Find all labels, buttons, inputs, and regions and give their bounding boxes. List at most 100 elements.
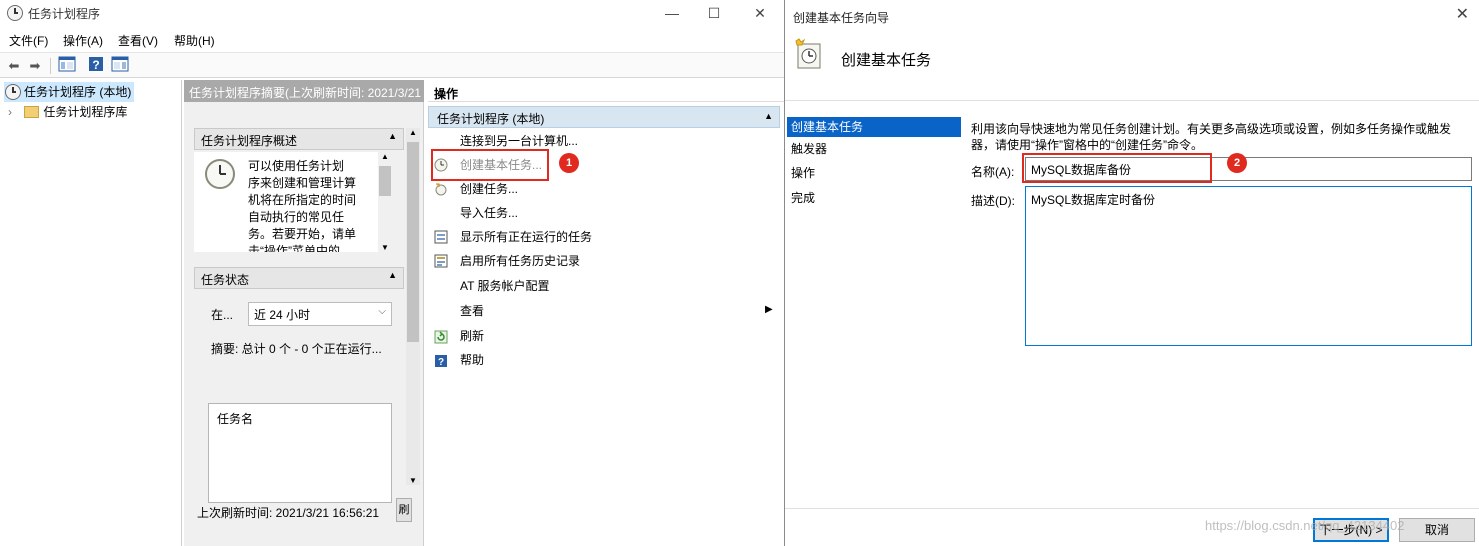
- wizard-step-trigger[interactable]: 触发器: [787, 139, 961, 159]
- overview-line: 务。若要开始，请单: [248, 227, 357, 241]
- collapse-icon[interactable]: ▲: [388, 131, 397, 141]
- chevron-down-icon: ⌵: [378, 306, 386, 317]
- actions-pane: 操作 任务计划程序 (本地) ▲ 连接到另一台计算机... 创建基本任务... …: [428, 80, 784, 546]
- show-hide-action-pane-icon[interactable]: [110, 56, 130, 75]
- actions-header: 操作: [428, 82, 784, 102]
- tree-item-local[interactable]: 任务计划程序 (本地): [4, 82, 134, 102]
- last-refresh-text: 上次刷新时间: 2021/3/21 16:56:21: [197, 506, 380, 520]
- status-section-header[interactable]: 任务状态 ▲: [194, 267, 404, 289]
- scroll-thumb[interactable]: [407, 142, 419, 342]
- overview-scrollbar[interactable]: ▲ ▼: [378, 152, 392, 252]
- task-list-header: 任务名: [217, 412, 254, 426]
- action-refresh[interactable]: 刷新: [460, 325, 484, 347]
- close-button[interactable]: ✕: [740, 2, 780, 24]
- menu-help[interactable]: 帮助(H): [174, 32, 215, 49]
- status-summary: 摘要: 总计 0 个 - 0 个正在运行...: [211, 342, 382, 356]
- action-create-task[interactable]: 创建任务...: [460, 178, 518, 200]
- task-description-input[interactable]: MySQL数据库定时备份: [1025, 186, 1472, 346]
- status-filter-label: 在...: [211, 308, 234, 322]
- history-icon: [434, 254, 448, 268]
- cancel-button[interactable]: 取消: [1399, 518, 1475, 542]
- watermark-text: https://blog.csdn.net/qq_42134402: [1205, 518, 1405, 533]
- wizard-task-icon: [795, 38, 821, 69]
- navigation-tree: 任务计划程序 (本地) › 任务计划程序库: [0, 80, 182, 546]
- folder-icon: [24, 106, 39, 118]
- description-label: 描述(D):: [971, 194, 1015, 208]
- scroll-thumb[interactable]: [379, 166, 391, 196]
- toolbar: ⬅ ➡ ?: [0, 52, 784, 78]
- maximize-button[interactable]: ☐: [694, 2, 734, 24]
- scroll-up-icon[interactable]: ▲: [406, 128, 420, 137]
- menu-file[interactable]: 文件(F): [9, 32, 48, 49]
- toolbar-divider: [50, 58, 51, 74]
- status-section-title: 任务状态: [201, 273, 250, 287]
- status-range-select[interactable]: 近 24 小时 ⌵: [248, 302, 392, 326]
- wizard-step-action[interactable]: 操作: [787, 163, 961, 183]
- action-view[interactable]: 查看: [460, 300, 484, 322]
- scroll-up-icon[interactable]: ▲: [378, 152, 392, 161]
- show-hide-tree-icon[interactable]: [57, 56, 77, 75]
- status-range-value: 近 24 小时: [254, 308, 311, 322]
- overview-section-header[interactable]: 任务计划程序概述 ▲: [194, 128, 404, 150]
- submenu-arrow-icon: ▶: [765, 304, 773, 315]
- action-at-service-config[interactable]: AT 服务帐户配置: [460, 275, 550, 297]
- task-scheduler-window: 任务计划程序 — ☐ ✕ 文件(F) 操作(A) 查看(V) 帮助(H) ⬅ ➡…: [0, 0, 784, 546]
- collapse-icon[interactable]: ▲: [764, 111, 773, 121]
- wizard-step-create[interactable]: 创建基本任务: [787, 117, 961, 137]
- title-bar: 任务计划程序 — ☐ ✕: [0, 0, 784, 26]
- task-list[interactable]: 任务名: [208, 403, 392, 503]
- window-title: 任务计划程序: [28, 7, 101, 21]
- tree-item-library[interactable]: › 任务计划程序库: [4, 102, 144, 122]
- menu-action[interactable]: 操作(A): [63, 32, 103, 49]
- minimize-button[interactable]: —: [652, 2, 692, 24]
- menu-bar: 文件(F) 操作(A) 查看(V) 帮助(H): [0, 28, 784, 50]
- overview-line: 自动执行的常见任: [248, 210, 345, 224]
- action-help[interactable]: 帮助: [460, 349, 484, 371]
- svg-text:?: ?: [92, 58, 99, 72]
- overview-section-title: 任务计划程序概述: [201, 134, 298, 148]
- overview-line: 可以使用任务计划: [248, 159, 345, 173]
- scroll-down-icon[interactable]: ▼: [406, 476, 420, 485]
- summary-header: 任务计划程序摘要(上次刷新时间: 2021/3/21 16:56:21): [184, 80, 424, 102]
- clock-icon: [7, 5, 23, 21]
- tree-item-library-label: 任务计划程序库: [43, 105, 128, 119]
- menu-view[interactable]: 查看(V): [118, 32, 158, 49]
- actions-group-title: 任务计划程序 (本地): [437, 112, 545, 126]
- wizard-step-finish[interactable]: 完成: [787, 188, 961, 208]
- action-import-task[interactable]: 导入任务...: [460, 202, 518, 224]
- scroll-down-icon[interactable]: ▼: [378, 243, 392, 252]
- overview-line: 击“操作”菜单中的: [248, 244, 340, 252]
- running-tasks-icon: [434, 230, 448, 244]
- create-task-icon: [435, 183, 447, 196]
- wizard-description: 利用该向导快速地为常见任务创建计划。有关更多高级选项或设置，例如多任务操作或触发…: [971, 122, 1452, 152]
- close-icon[interactable]: ✕: [1456, 4, 1469, 24]
- expand-chevron-icon[interactable]: ›: [8, 105, 12, 119]
- overview-line: 序来创建和管理计算: [248, 176, 357, 190]
- wizard-title: 创建基本任务向导: [793, 11, 890, 25]
- help-icon[interactable]: ?: [86, 56, 106, 75]
- svg-text:?: ?: [438, 357, 444, 368]
- create-basic-task-wizard: 创建基本任务向导 ✕ 创建基本任务 创建基本任务 触发器 操作 完成 利用该向导…: [784, 0, 1479, 546]
- summary-pane: 任务计划程序摘要(上次刷新时间: 2021/3/21 16:56:21) 任务计…: [184, 80, 424, 546]
- summary-scrollbar[interactable]: ▲ ▼: [406, 128, 420, 485]
- action-show-running-tasks[interactable]: 显示所有正在运行的任务: [460, 226, 592, 248]
- annotation-badge-2: 2: [1227, 153, 1247, 173]
- overview-text: 可以使用任务计划 序来创建和管理计算 机将在所指定的时间 自动执行的常见任 务。…: [248, 158, 376, 252]
- back-icon[interactable]: ⬅: [4, 56, 24, 75]
- action-enable-history[interactable]: 启用所有任务历史记录: [460, 250, 580, 272]
- collapse-icon[interactable]: ▲: [388, 270, 397, 280]
- annotation-highlight-2: [1022, 153, 1212, 183]
- annotation-badge-1: 1: [559, 153, 579, 173]
- footer-divider: [785, 508, 1479, 509]
- header-divider: [785, 100, 1479, 101]
- clock-icon: [5, 84, 21, 100]
- refresh-icon: [434, 330, 448, 344]
- actions-group-header[interactable]: 任务计划程序 (本地) ▲: [428, 106, 780, 128]
- refresh-button[interactable]: 刷: [396, 498, 412, 522]
- help-icon: ?: [435, 355, 447, 368]
- forward-icon[interactable]: ➡: [25, 56, 45, 75]
- name-label: 名称(A):: [971, 165, 1015, 179]
- annotation-highlight-1: [431, 149, 549, 181]
- overview-line: 机将在所指定的时间: [248, 193, 357, 207]
- overview-section-body: 可以使用任务计划 序来创建和管理计算 机将在所指定的时间 自动执行的常见任 务。…: [194, 152, 378, 252]
